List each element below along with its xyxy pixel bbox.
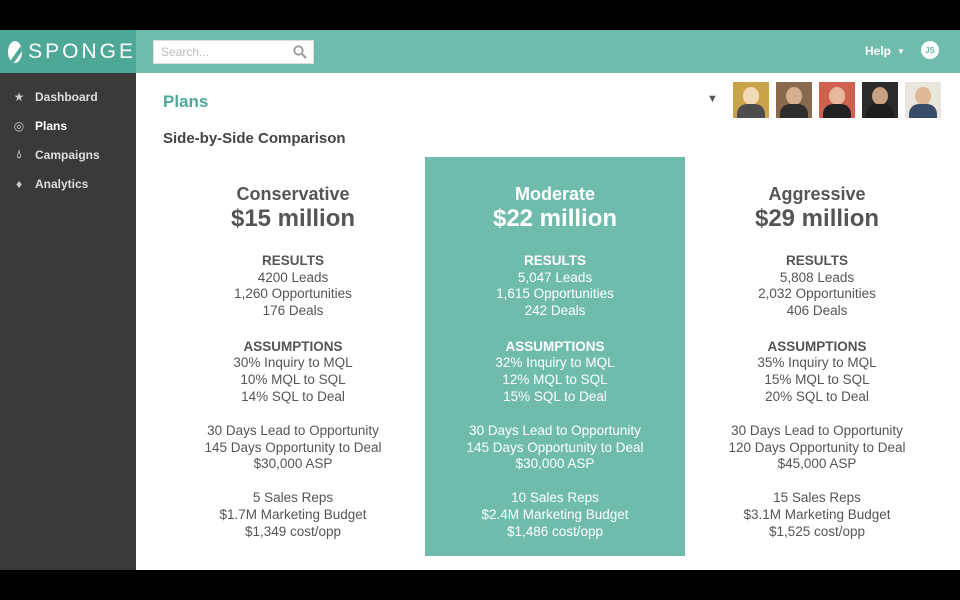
resource-value: 15 Sales Reps [773, 490, 861, 506]
timing-value: 120 Days Opportunity to Deal [728, 439, 906, 455]
result-value: 2,032 Opportunities [758, 286, 876, 302]
target-icon: ◎ [13, 118, 25, 133]
resource-value: 10 Sales Reps [511, 490, 599, 506]
result-value: 1,260 Opportunities [234, 286, 352, 302]
star-icon: ★ [13, 89, 25, 104]
timing-value: $30,000 ASP [253, 456, 333, 472]
plan-card-conservative[interactable]: Conservative $15 million RESULTS 4200 Le… [163, 157, 423, 556]
resource-value: $1,525 cost/opp [768, 523, 866, 539]
help-menu[interactable]: Help ▼ [865, 44, 905, 58]
diamond-icon: ♦ [15, 176, 23, 191]
results-header: RESULTS [261, 253, 324, 268]
top-bar: SPONGE Help ▼ JS [0, 30, 960, 73]
avatar-body [866, 104, 894, 118]
result-value: 176 Deals [262, 303, 324, 319]
search-input[interactable] [154, 41, 284, 63]
main-content: Plans ▼ Side-by-Side Comparison Conserva… [136, 73, 960, 570]
resource-value: $3.1M Marketing Budget [743, 506, 891, 522]
assumption-value: 10% MQL to SQL [240, 372, 346, 388]
team-avatar[interactable] [776, 82, 812, 118]
sidebar-item-label: Analytics [35, 176, 89, 191]
plan-name: Aggressive [768, 184, 866, 204]
assumptions-header: ASSUMPTIONS [767, 338, 867, 354]
assumption-value: 15% MQL to SQL [764, 372, 870, 388]
results-header: RESULTS [523, 253, 586, 268]
resource-value: $1,486 cost/opp [506, 523, 604, 539]
plan-card-moderate[interactable]: Moderate $22 million RESULTS 5,047 Leads… [425, 157, 685, 556]
result-value: 242 Deals [524, 303, 586, 319]
assumption-value: 35% Inquiry to MQL [757, 355, 877, 371]
sidebar-item-label: Plans [35, 118, 68, 133]
sidebar: ★ Dashboard ◎ Plans 💧︎ Campaigns ♦ Analy… [0, 73, 136, 570]
assumption-value: 32% Inquiry to MQL [495, 355, 615, 371]
assumptions-header: ASSUMPTIONS [243, 338, 343, 354]
result-value: 1,615 Opportunities [496, 286, 614, 302]
resource-value: $1,349 cost/opp [244, 523, 342, 539]
resource-value: $1.7M Marketing Budget [219, 506, 367, 522]
plan-amount: $22 million [492, 205, 618, 232]
sponge-logo-icon [8, 40, 23, 63]
avatar-body [737, 104, 765, 118]
result-value: 406 Deals [786, 303, 848, 319]
timing-value: 30 Days Lead to Opportunity [731, 422, 903, 438]
section-title: Side-by-Side Comparison [163, 130, 346, 147]
timing-value: 30 Days Lead to Opportunity [469, 422, 641, 438]
result-value: 5,808 Leads [779, 269, 855, 285]
team-avatar[interactable] [733, 82, 769, 118]
resource-value: $2.4M Marketing Budget [481, 506, 629, 522]
plan-amount: $15 million [230, 205, 356, 232]
timing-value: 145 Days Opportunity to Deal [466, 439, 644, 455]
avatar-head [872, 87, 888, 105]
sidebar-item-campaigns[interactable]: 💧︎ Campaigns [0, 140, 136, 169]
logo[interactable]: SPONGE [0, 30, 136, 73]
team-avatar[interactable] [819, 82, 855, 118]
drop-icon: 💧︎ [16, 147, 22, 161]
avatar-head [786, 87, 802, 105]
avatar-head [915, 87, 931, 105]
avatar-head [829, 87, 845, 105]
plan-name: Conservative [236, 184, 350, 204]
help-label: Help [865, 44, 892, 58]
sidebar-item-analytics[interactable]: ♦ Analytics [0, 169, 136, 198]
timing-value: 30 Days Lead to Opportunity [207, 422, 379, 438]
sidebar-item-label: Campaigns [35, 147, 100, 162]
timing-value: $30,000 ASP [515, 456, 595, 472]
assumption-value: 30% Inquiry to MQL [233, 355, 353, 371]
team-avatars [733, 82, 941, 118]
avatar-body [780, 104, 808, 118]
page-title: Plans [163, 92, 209, 111]
assumption-value: 15% SQL to Deal [503, 388, 607, 404]
assumption-value: 14% SQL to Deal [241, 388, 345, 404]
sidebar-item-label: Dashboard [35, 89, 98, 104]
plan-amount: $29 million [754, 205, 880, 232]
plan-name: Moderate [514, 184, 595, 204]
avatar-body [823, 104, 851, 118]
assumption-value: 12% MQL to SQL [502, 372, 608, 388]
timing-value: $45,000 ASP [777, 456, 857, 472]
team-avatar[interactable] [905, 82, 941, 118]
resource-value: 5 Sales Reps [252, 490, 334, 506]
results-header: RESULTS [785, 253, 848, 268]
sidebar-item-dashboard[interactable]: ★ Dashboard [0, 82, 136, 111]
search-icon[interactable] [293, 45, 307, 59]
result-value: 4200 Leads [257, 269, 329, 285]
search-box [153, 40, 314, 64]
assumption-value: 20% SQL to Deal [765, 388, 869, 404]
user-avatar[interactable]: JS [921, 41, 939, 59]
assumptions-header: ASSUMPTIONS [505, 338, 605, 354]
chevron-down-icon: ▼ [897, 46, 905, 56]
avatar-body [909, 104, 937, 118]
timing-value: 145 Days Opportunity to Deal [204, 439, 382, 455]
brand-name: SPONGE [28, 39, 136, 63]
result-value: 5,047 Leads [517, 269, 593, 285]
chevron-down-icon[interactable]: ▼ [707, 93, 718, 105]
avatar-head [743, 87, 759, 105]
sidebar-item-plans[interactable]: ◎ Plans [0, 111, 136, 140]
plan-card-aggressive[interactable]: Aggressive $29 million RESULTS 5,808 Lea… [687, 157, 947, 556]
team-avatar[interactable] [862, 82, 898, 118]
